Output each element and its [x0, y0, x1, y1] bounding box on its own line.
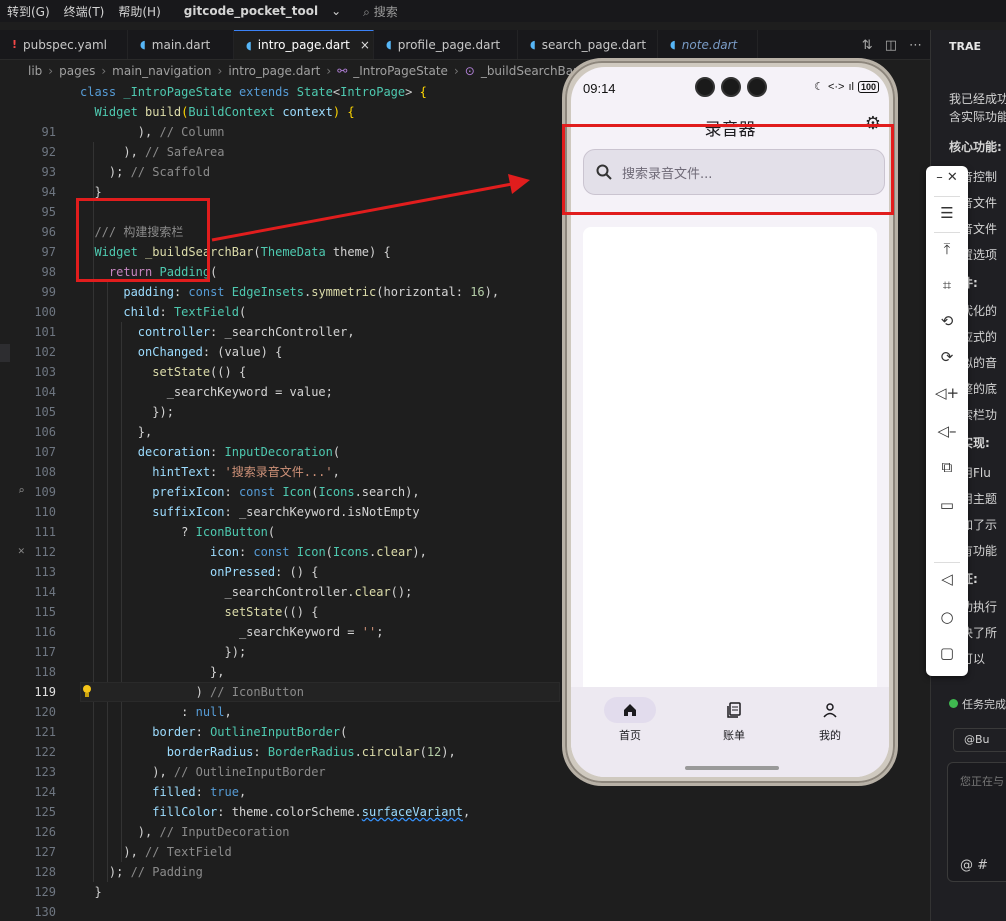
annotation-box-phone — [562, 124, 894, 215]
